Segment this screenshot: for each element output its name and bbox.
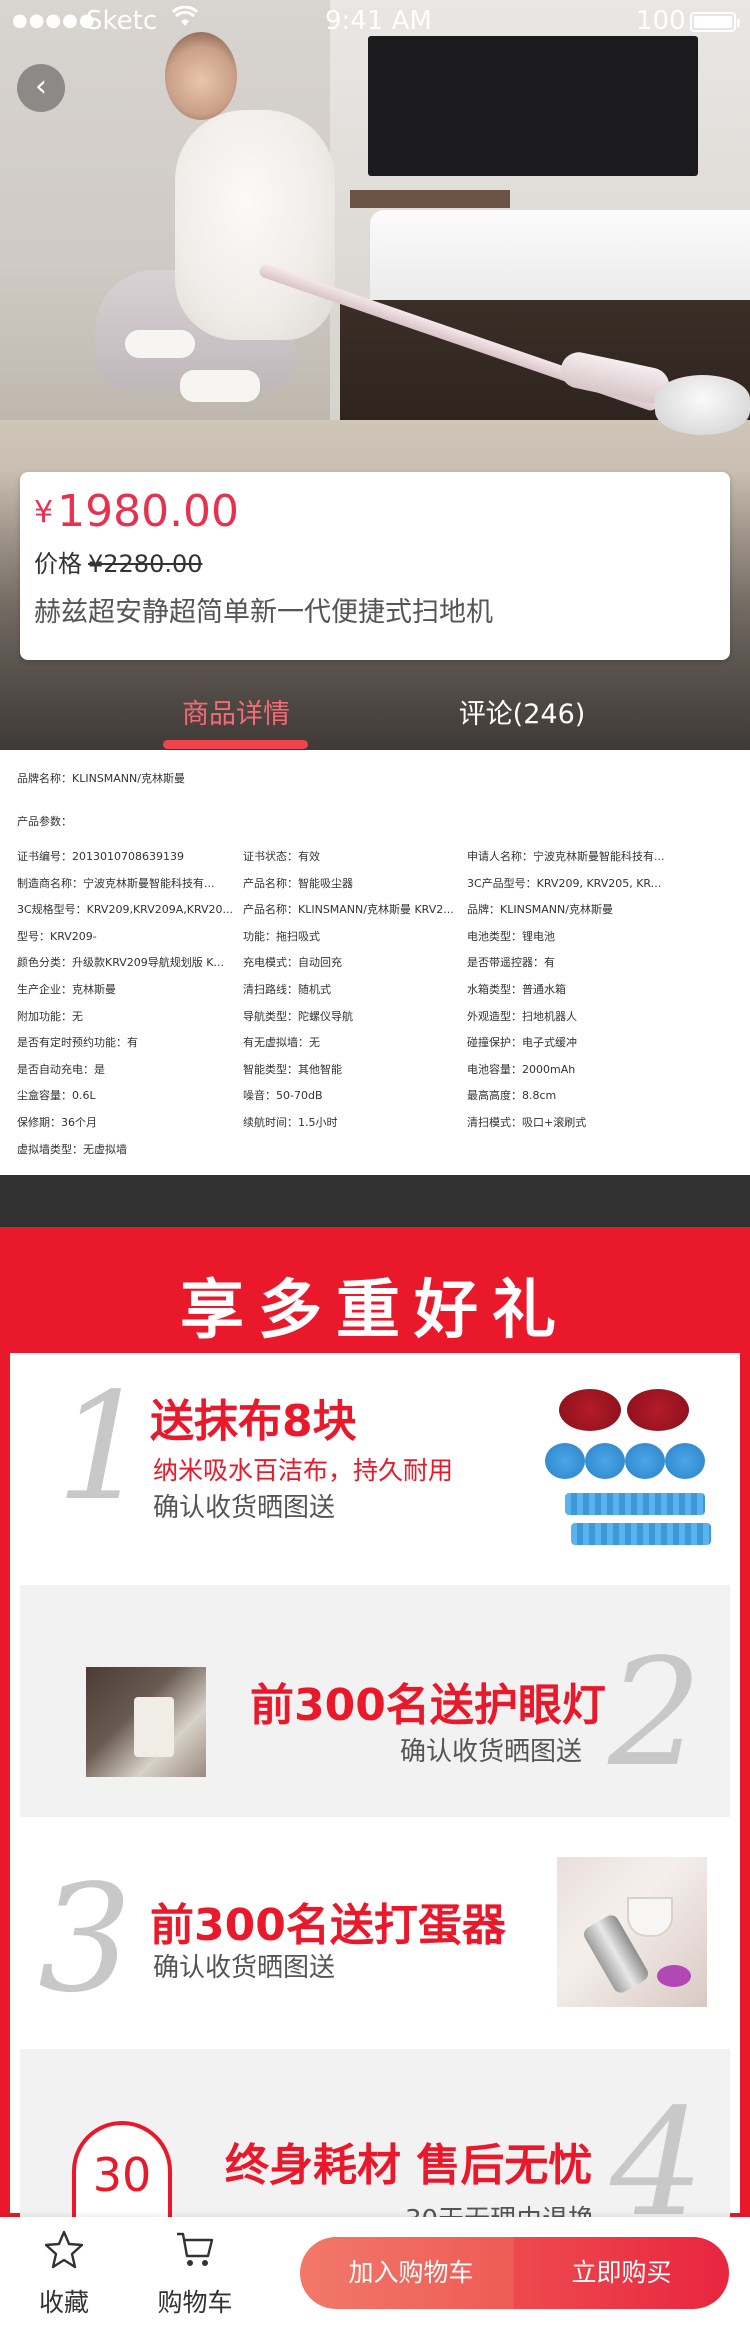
product-params: 品牌名称：KLINSMANN/克林斯曼 产品参数： 证书编号：201301070… (0, 750, 750, 1175)
gift-title: 前300名送护眼灯 (250, 1680, 606, 1731)
params-row: 型号：KRV209- 功能：拖扫吸式 电池类型：锂电池 (17, 929, 555, 943)
gift-number: 3 (38, 1853, 133, 2025)
star-icon (14, 2229, 114, 2281)
favorite-label: 收藏 (38, 2288, 89, 2317)
product-detail-page: ●●●●● Sketc 9:41 AM 100 ‹ ¥1980.00 价格 ¥22… (0, 0, 750, 2329)
params-row: 保修期：36个月 续航时间：1.5小时 清扫模式：吸口+滚刷式 (17, 1115, 587, 1129)
params-row: 是否自动充电：是 智能类型：其他智能 电池容量：2000mAh (17, 1062, 576, 1076)
wifi-icon (171, 5, 199, 34)
brand-name: 品牌名称：KLINSMANN/克林斯曼 (17, 772, 185, 785)
bottom-action-bar: 收藏 购物车 加入购物车 立即购买 (0, 2217, 750, 2329)
cart-label: 购物车 (157, 2288, 233, 2317)
params-row: 证书编号：2013010708639139 证书状态：有效 申请人名称：宁波克林斯曼… (17, 850, 665, 863)
current-price: ¥1980.00 (34, 486, 240, 537)
chevron-left-icon: ‹ (35, 69, 47, 104)
gift-condition: 确认收货晒图送 (400, 1737, 583, 1767)
tab-product-details[interactable]: 商品详情 (136, 692, 336, 731)
gift-item-mop-cloths: 1 送抹布8块 纳米吸水百洁布，持久耐用 确认收货晒图送 (20, 1353, 730, 1585)
gift-item-egg-beater: 3 前300名送打蛋器 确认收货晒图送 (20, 1817, 730, 2049)
params-row: 生产企业：克林斯曼 清扫路线：随机式 水箱类型：普通水箱 (17, 982, 566, 996)
gift-number: 1 (56, 1361, 151, 1533)
status-time: 9:41 AM (325, 6, 432, 36)
original-price: 价格 ¥2280.00 (34, 550, 203, 578)
promo-section: 享多重好礼 1 送抹布8块 纳米吸水百洁布，持久耐用 确认收货晒图送 前300名… (0, 1227, 750, 2281)
tab-active-indicator (163, 740, 308, 749)
params-row: 颜色分类：升级款KRV209导航规划版 K... 充电模式：自动回充 是否带遥控器：… (17, 956, 555, 970)
eye-lamp-image (86, 1667, 206, 1777)
favorite-button[interactable]: 收藏 (14, 2229, 114, 2319)
gift-title: 送抹布8块 (150, 1396, 357, 1447)
price-card: ¥1980.00 价格 ¥2280.00 赫兹超安静超简单新一代便捷式扫地机 (20, 472, 730, 660)
carrier-label: Sketc (86, 6, 158, 36)
gift-condition: 确认收货晒图送 (153, 1953, 336, 1983)
signal-icon: ●●●●● (12, 10, 96, 31)
battery-icon (690, 12, 740, 32)
cart-button[interactable]: 购物车 (145, 2229, 245, 2319)
tab-reviews[interactable]: 评论(246) (422, 692, 622, 731)
section-divider (0, 1175, 750, 1227)
gift-title: 前300名送打蛋器 (150, 1900, 506, 1951)
params-row: 制造商名称：宁波克林斯曼智能科技有... 产品名称：智能吸尘器 3C产品型号：KRV… (17, 876, 667, 890)
gift-desc: 纳米吸水百洁布，持久耐用 (153, 1456, 454, 1485)
params-row: 附加功能：无 导航类型：陀螺仪导航 外观造型：扫地机器人 (17, 1009, 577, 1023)
product-name: 赫兹超安静超简单新一代便捷式扫地机 (34, 597, 493, 628)
buy-now-button[interactable]: 立即购买 (514, 2237, 729, 2309)
params-row: 是否有定时预约功能：有 有无虚拟墙：无 碰撞保护：电子式缓冲 (17, 1036, 577, 1050)
params-row: 尘盒容量：0.6L 噪音：50-70dB 最高高度：8.8cm (17, 1089, 557, 1103)
hero-product-image: ●●●●● Sketc 9:41 AM 100 ‹ ¥1980.00 价格 ¥22… (0, 0, 750, 750)
params-row: 3C规格型号：KRV209,KRV209A,KRV20... 产品名称：KLINS… (17, 903, 613, 917)
gift-title: 终身耗材 售后无忧 (225, 2140, 593, 2191)
egg-beater-image (557, 1857, 707, 2007)
gift-number: 2 (608, 1627, 703, 1799)
mop-cloths-image (545, 1383, 715, 1553)
gift-item-eye-lamp: 前300名送护眼灯 确认收货晒图送 2 (20, 1585, 730, 1817)
gift-condition: 确认收货晒图送 (153, 1493, 336, 1523)
shopping-cart-icon (145, 2229, 245, 2281)
params-table: 证书编号：2013010708639139 证书状态：有效 申请人名称：宁波克林斯曼… (17, 848, 737, 1167)
battery-label: 100 (636, 6, 686, 36)
gift-list: 1 送抹布8块 纳米吸水百洁布，持久耐用 确认收货晒图送 前300名送护眼灯 确… (10, 1353, 740, 2281)
params-row: 虚拟墙类型：无虚拟墙 (17, 1142, 127, 1156)
add-to-cart-button[interactable]: 加入购物车 (300, 2237, 522, 2309)
status-bar: ●●●●● Sketc 9:41 AM 100 (0, 0, 750, 44)
detail-tabs: 商品详情 评论(246) (0, 660, 750, 750)
back-button[interactable]: ‹ (17, 64, 65, 112)
params-title: 产品参数： (17, 815, 72, 828)
promo-title: 享多重好礼 (180, 1274, 570, 1348)
